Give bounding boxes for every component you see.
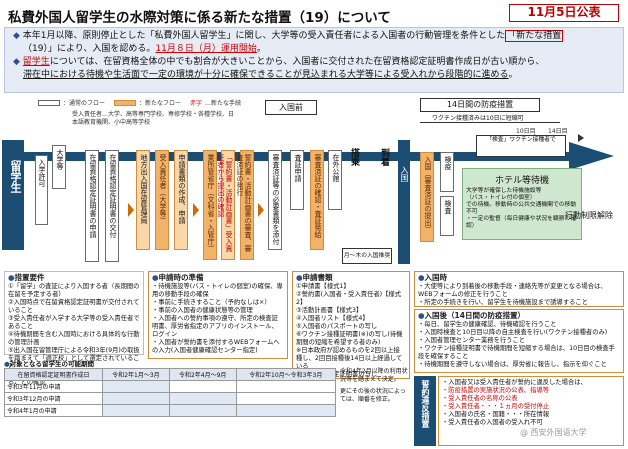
table-row: 令和3年11月の申請 bbox=[3, 380, 337, 393]
student-label: 留学生 bbox=[9, 160, 22, 193]
legend: ：通常のフロー ：新たなフロー 赤字 …新たな手続 bbox=[38, 98, 241, 107]
entry-bar bbox=[398, 140, 410, 264]
bullet-icon: ◆ bbox=[13, 57, 20, 67]
hotel-notes: 大学等が確保した待機施設等 （バス・トイレ付の個室） での待機。移動時の公共交通… bbox=[466, 188, 577, 229]
local-immigration-box: 地方出入国在留管理局 bbox=[136, 150, 150, 250]
inspection-box: 検査 bbox=[440, 196, 454, 236]
sponsor-note: 受入責任者…大学、高等専門学校、専修学校・各種学校、日本語教育機関、小中高等学校 bbox=[72, 111, 235, 126]
reentry-box: 入国（審査済証の提出） bbox=[420, 152, 434, 242]
day-10-label: 10日目 bbox=[516, 128, 536, 135]
violations-side-label: 誓約違反措置 bbox=[421, 380, 430, 428]
normal-flow-swatch bbox=[38, 99, 60, 106]
entry-time-panel: ●入国時 ・大使等により到着後の移動手段・連絡先等が変更となる場合は、WEBフォ… bbox=[414, 271, 624, 307]
requirements-panel: ●措置要件 ①「留学」の査証により入国する者（長期間の在留を予定する者） ②入国… bbox=[4, 271, 144, 386]
entry-label: 入国 bbox=[400, 166, 409, 182]
violations-side-label-box: 誓約違反措置 bbox=[414, 376, 436, 446]
quarantine-box: 検疫 bbox=[440, 152, 454, 192]
hotel-label: ホテル等待機 bbox=[494, 176, 549, 186]
ministry-sub-box: 「誓約書・活動計画書」受入責任者から提出の確認 bbox=[217, 150, 235, 260]
timeline-bracket bbox=[420, 122, 560, 123]
table-row: 令和3年12月の申請 bbox=[3, 392, 337, 405]
embassy-box: 在外公館 bbox=[328, 150, 342, 210]
table-row: 令和4年1月の申請 bbox=[3, 404, 337, 417]
flow-chevron bbox=[193, 203, 199, 217]
coe-table-notes: 令和4年2月以降の利用状況等を踏まえて決定。 更にその後の状況によっては、順番を… bbox=[340, 368, 408, 403]
day-10-marker bbox=[534, 127, 540, 142]
boarding-label: 搭乗 bbox=[349, 148, 359, 166]
flow-chevron bbox=[258, 203, 264, 217]
after-entry-panel: ●入国後（14日間の防疫措置） ・毎日、留学生の健康確認、待機確認を行うこと ・… bbox=[414, 309, 624, 373]
bullet-icon: ◆ bbox=[13, 31, 20, 41]
intro-paragraph-1: ◆ 本年1月以降、原則停止とした「私費外国人留学生」に関し、大学等の受入責任者に… bbox=[13, 30, 564, 54]
vaccine-note: 「検査」ワクチン接種者で bbox=[476, 135, 566, 157]
coe-table-title: ●対象となる留学生の可能期間 bbox=[4, 360, 94, 368]
visa-box: 査証申請 bbox=[290, 150, 304, 210]
review-box: 誓約書・活動計画書の審査、審査済証の発行 bbox=[236, 150, 254, 260]
new-flow-swatch bbox=[114, 99, 137, 106]
coe-table: 在留資格認定証明書作成日 令和2年1月～3月 令和2年4月～9月 令和2年10月… bbox=[3, 368, 337, 417]
day-14-label: 14日目 bbox=[548, 128, 568, 135]
sponsor-pledge-box: 受入責任者（大学等） bbox=[155, 150, 169, 250]
watermark: @ 西安外国语大学 bbox=[520, 428, 587, 437]
quarantine-subtitle: ワクチン接種済みは10日に短縮可 bbox=[432, 115, 524, 122]
pledge-text-box: 申請書類の作成、申請 bbox=[174, 150, 188, 250]
flow-chevron bbox=[128, 203, 134, 217]
date-badge: 11月5日公表 bbox=[509, 4, 619, 22]
before-ix-note: 月～木の入国推奨 bbox=[342, 248, 392, 264]
day-14-marker bbox=[578, 127, 584, 142]
coe-apply-box: 在留資格認定証明書の申請 bbox=[85, 150, 99, 262]
intro-box: ◆ 本年1月以降、原則停止とした「私費外国人留学生」に関し、大学等の受入責任者に… bbox=[4, 27, 624, 93]
quarantine-title: 14日間の防疫措置 bbox=[420, 98, 540, 112]
sponsor-box: 大学等 bbox=[52, 145, 66, 189]
entry-permit-box: 入学許可 bbox=[35, 155, 48, 225]
page-title: 私費外国人留学生の水際対策に係る新たな措置（19）について bbox=[8, 10, 391, 26]
preparation-panel: ●申請時の準備 ・待機施設等(バス・トイレの個室)の確保、専用の移動手段の確保 … bbox=[148, 271, 288, 359]
review-cert-box: 審査済証の確認・査証発給 bbox=[310, 150, 324, 250]
coe-issue-box: 在留資格認定証明書の交付 bbox=[105, 150, 119, 262]
hotel-box: ホテル等待機 大学等が確保した待機施設等 （バス・トイレ付の個室） での待機。移… bbox=[462, 168, 582, 240]
intro-paragraph-2: ◆ 留学生については、在留資格全体の中でも割合が大きいことから、入国者に交付され… bbox=[13, 57, 545, 80]
pre-entry-label: 入国前 bbox=[265, 100, 317, 115]
doc-attach-box: 審査済証等の必要書類を添付 bbox=[268, 150, 282, 250]
arrival-label: 到着 bbox=[379, 148, 389, 166]
release-label: 行動制限解除 bbox=[565, 211, 613, 220]
ministry-box: 業所管省庁（文科省・入管庁） bbox=[203, 150, 217, 260]
table-header-row: 在留資格認定証明書作成日 令和2年1月～3月 令和2年4月～9月 令和2年10月… bbox=[3, 368, 337, 381]
documents-panel: ●申請書類 ①申請書【様式1】 ②誓約書(入国者・受入責任者)【様式2】 ③活動… bbox=[292, 271, 410, 379]
